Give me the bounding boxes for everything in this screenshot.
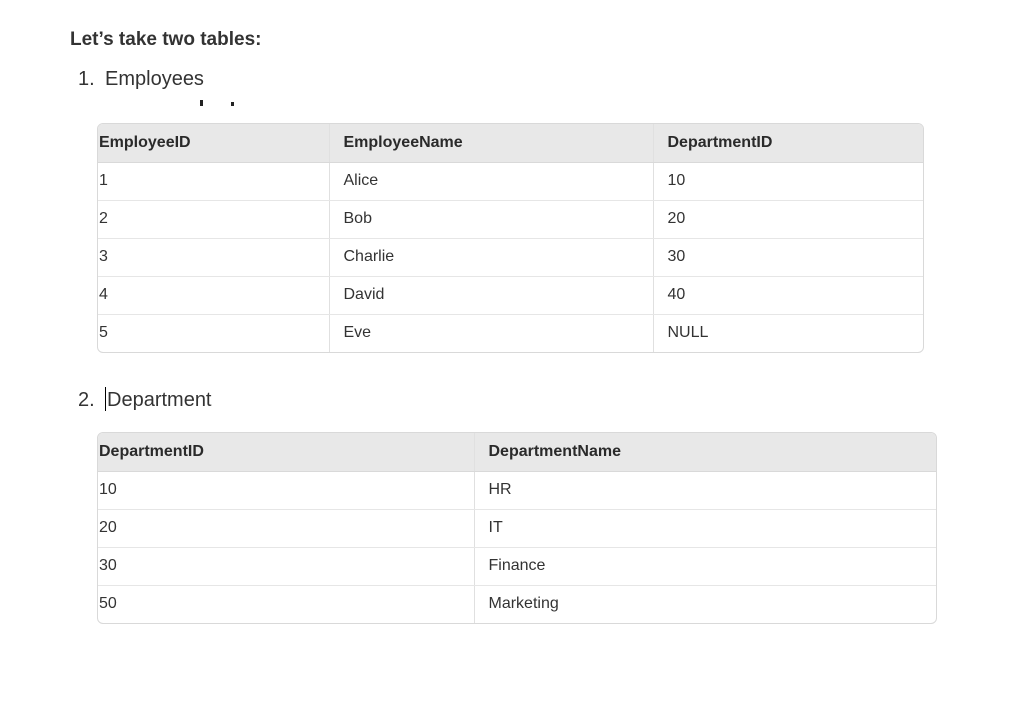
table-row: 50 Marketing: [98, 585, 936, 623]
list-item-employees: 1. Employees: [78, 68, 204, 91]
table-cell: 20: [98, 509, 475, 548]
table-cell: 1: [98, 162, 330, 201]
column-header: EmployeeName: [329, 124, 654, 163]
table-row: 30 Finance: [98, 547, 936, 586]
column-header: DepartmentName: [474, 433, 936, 472]
table-cell: 40: [653, 276, 923, 315]
table-cell: 20: [653, 200, 923, 239]
list-item-department: 2. Department: [78, 387, 212, 412]
list-label[interactable]: Department: [107, 389, 212, 411]
table-cell: Bob: [329, 200, 654, 239]
table-cell: Finance: [474, 547, 936, 586]
table-cell: Alice: [329, 162, 654, 201]
table-row: 3 Charlie 30: [98, 238, 923, 277]
table-cell: 10: [653, 162, 923, 201]
table-cell: 50: [98, 585, 475, 623]
list-label[interactable]: Employees: [105, 68, 204, 90]
table-cell: Eve: [329, 314, 654, 352]
column-header: DepartmentID: [653, 124, 923, 163]
table-cell: 2: [98, 200, 330, 239]
table-cell: NULL: [667, 324, 709, 342]
text-artifact: [197, 100, 237, 106]
table-cell: 10: [98, 471, 475, 510]
intro-heading: Let’s take two tables:: [70, 29, 262, 50]
column-header: EmployeeID: [98, 124, 330, 163]
table-cell: 5: [98, 314, 330, 352]
table-cell: 30: [653, 238, 923, 277]
table-cell: HR: [474, 471, 936, 510]
employees-table: EmployeeID EmployeeName DepartmentID 1 A…: [97, 123, 924, 353]
text-cursor: [105, 387, 106, 411]
table-cell: 30: [98, 547, 475, 586]
list-number: 1.: [78, 68, 95, 90]
table-row: 10 HR: [98, 471, 936, 510]
table-header-row: EmployeeID EmployeeName DepartmentID: [98, 124, 923, 163]
table-cell: Marketing: [488, 595, 559, 613]
table-header-row: DepartmentID DepartmentName: [98, 433, 936, 472]
table-cell: 4: [98, 276, 330, 315]
table-cell: IT: [474, 509, 936, 548]
department-table: DepartmentID DepartmentName 10 HR 20 IT …: [97, 432, 937, 624]
table-cell: 3: [98, 238, 330, 277]
table-row: 1 Alice 10: [98, 162, 923, 201]
table-row: 20 IT: [98, 509, 936, 548]
table-row: 5 Eve NULL: [98, 314, 923, 352]
list-number: 2.: [78, 389, 95, 411]
table-row: 2 Bob 20: [98, 200, 923, 239]
column-header: DepartmentID: [98, 433, 475, 472]
table-cell: David: [329, 276, 654, 315]
table-row: 4 David 40: [98, 276, 923, 315]
table-cell: Charlie: [329, 238, 654, 277]
